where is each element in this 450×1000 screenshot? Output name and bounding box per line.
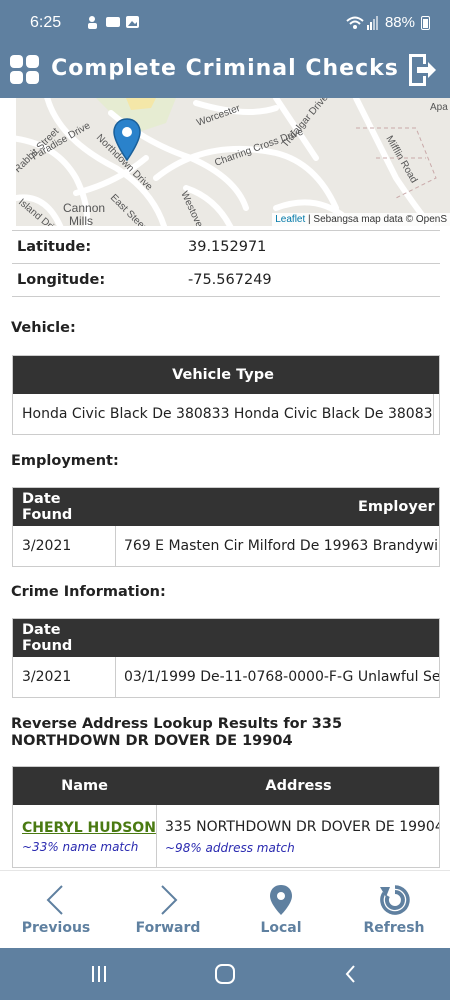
employment-table: Date Found Employer 3/2021 769 E Masten … [12, 487, 440, 567]
latitude-value: 39.152971 [188, 239, 267, 255]
refresh-button[interactable]: Refresh [338, 871, 450, 949]
vehicle-type-header: Vehicle Type [172, 367, 274, 383]
attribution-text: | Sebangsa map data © OpenS [308, 214, 447, 225]
map-attribution: Leaflet | Sebangsa map data © OpenS [272, 213, 450, 226]
name-match: ~33% name match [22, 840, 139, 854]
status-right: 88% [345, 14, 430, 31]
address-match: ~98% address match [165, 841, 295, 855]
employment-date: 3/2021 [22, 538, 72, 554]
page-title: Complete Criminal Checks [51, 56, 399, 81]
reverse-lookup-label: Reverse Address Lookup Results for 335 N… [11, 716, 343, 749]
person-name-link[interactable]: CHERYL HUDSON [22, 820, 156, 836]
address-header: Address [265, 778, 332, 794]
vehicle-table: Vehicle Type Honda Civic Black De 380833… [12, 355, 440, 435]
notification-icons [86, 14, 144, 34]
coordinates-table: Latitude: 39.152971 Longitude: -75.56724… [12, 230, 440, 297]
refresh-icon [380, 885, 410, 915]
recent-apps-icon[interactable] [89, 964, 109, 984]
table-row: 3/2021 769 E Masten Cir Milford De 19963… [13, 526, 439, 566]
crime-table: Date Found 3/2021 03/1/1999 De-11-0768-0… [12, 618, 440, 698]
local-label: Local [260, 920, 302, 936]
wifi-signal-icon [346, 15, 378, 30]
map-tiles: Paradise Drive Northdown Drive Worcester… [16, 98, 450, 226]
location-pin-icon [270, 885, 292, 915]
latitude-label: Latitude: [17, 239, 92, 255]
crime-date-found-header: Date Found [22, 622, 73, 654]
table-row: CHERYL HUDSON ~33% name match 335 NORTHD… [13, 805, 440, 867]
map-label-apa: Apa [430, 102, 448, 113]
forward-button[interactable]: Forward [112, 871, 224, 949]
crime-info-label: Crime Information: [11, 584, 166, 600]
notification-icon-group [88, 16, 139, 29]
name-header: Name [61, 778, 108, 794]
refresh-label: Refresh [363, 920, 425, 936]
chevron-right-icon [161, 885, 178, 915]
vehicle-label: Vehicle: [11, 320, 76, 336]
back-icon[interactable] [342, 964, 360, 984]
previous-button[interactable]: Previous [0, 871, 112, 949]
crime-date: 3/2021 [22, 669, 72, 685]
employer-value: 769 E Masten Cir Milford De 19963 Brandy… [124, 538, 440, 554]
crime-description: 03/1/1999 De-11-0768-0000-F-G Unlawful S… [124, 669, 440, 685]
crime-table-header: Date Found [13, 619, 439, 657]
address-cell: 335 NORTHDOWN DR DOVER DE 19904 ~98% add… [156, 805, 440, 867]
map[interactable]: Paradise Drive Northdown Drive Worcester… [16, 98, 450, 226]
battery-percent: 88% [384, 14, 415, 31]
forward-label: Forward [135, 920, 201, 936]
employment-label: Employment: [11, 453, 119, 469]
latitude-row: Latitude: 39.152971 [12, 231, 440, 264]
battery-icon [421, 15, 430, 30]
table-row: 3/2021 03/1/1999 De-11-0768-0000-F-G Unl… [13, 657, 439, 697]
local-button[interactable]: Local [225, 871, 337, 949]
leaflet-link[interactable]: Leaflet [275, 214, 305, 225]
status-time: 6:25 [30, 14, 62, 31]
system-nav-bar [0, 948, 450, 1000]
map-label-mills: Mills [69, 214, 93, 226]
address-value: 335 NORTHDOWN DR DOVER DE 19904 [165, 819, 440, 835]
home-icon[interactable] [214, 963, 236, 985]
bottom-nav: Previous Forward Local Refresh [0, 870, 450, 948]
map-label-cannon: Cannon [63, 201, 105, 215]
table-row: Honda Civic Black De 380833 Honda Civic … [13, 394, 439, 434]
longitude-label: Longitude: [17, 272, 106, 288]
app-header: Complete Criminal Checks [0, 46, 450, 98]
vehicle-type-value: Honda Civic Black De 380833 Honda Civic … [22, 406, 433, 422]
status-bar: 6:25 88% [0, 0, 450, 46]
employment-table-header: Date Found Employer [13, 488, 439, 526]
previous-label: Previous [21, 920, 91, 936]
map-marker-icon[interactable] [113, 118, 141, 162]
exit-icon[interactable] [406, 52, 438, 88]
employer-header: Employer [358, 499, 435, 515]
longitude-value: -75.567249 [188, 272, 272, 288]
date-found-header: Date Found [22, 491, 73, 523]
reverse-table-header: Name Address [13, 767, 439, 805]
name-cell: CHERYL HUDSON ~33% name match [13, 805, 156, 867]
vehicle-table-header: Vehicle Type [13, 356, 439, 394]
longitude-row: Longitude: -75.567249 [12, 264, 440, 297]
chevron-left-icon [46, 885, 63, 915]
reverse-lookup-table: Name Address CHERYL HUDSON ~33% name mat… [12, 766, 440, 868]
